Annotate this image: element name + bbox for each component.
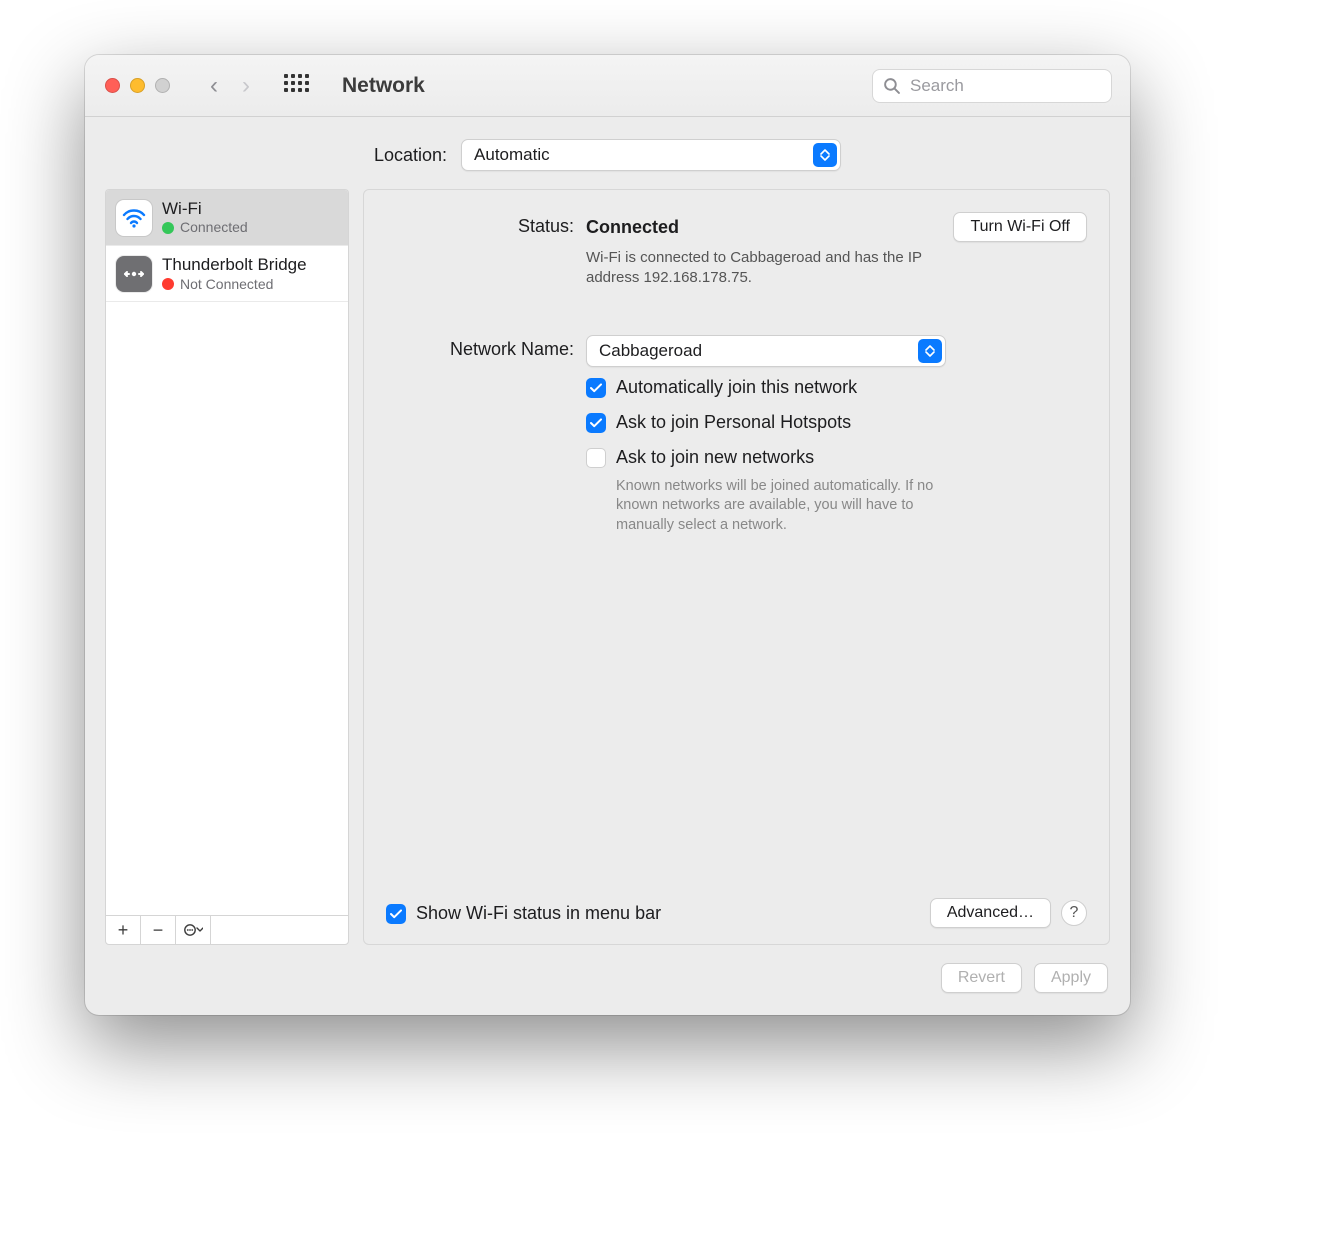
auto-join-label: Automatically join this network bbox=[616, 377, 857, 398]
advanced-button[interactable]: Advanced… bbox=[930, 898, 1051, 928]
status-description: Wi-Fi is connected to Cabbageroad and ha… bbox=[586, 248, 966, 289]
window-controls bbox=[105, 78, 170, 93]
apply-button[interactable]: Apply bbox=[1034, 963, 1108, 993]
add-interface-button[interactable]: + bbox=[106, 916, 141, 944]
window: ‹ › Network Location: Automatic bbox=[85, 55, 1130, 1015]
network-name-popup[interactable]: Cabbageroad bbox=[586, 335, 946, 367]
zoom-window-button[interactable] bbox=[155, 78, 170, 93]
interface-list: Wi-Fi Connected bbox=[105, 189, 349, 915]
location-value: Automatic bbox=[474, 145, 550, 165]
close-window-button[interactable] bbox=[105, 78, 120, 93]
sidebar: Wi-Fi Connected bbox=[105, 189, 349, 945]
sidebar-item-label: Wi-Fi bbox=[162, 199, 248, 219]
sidebar-item-status: Not Connected bbox=[180, 276, 273, 293]
titlebar: ‹ › Network bbox=[85, 55, 1130, 117]
network-name-label: Network Name: bbox=[386, 335, 586, 536]
network-name-value: Cabbageroad bbox=[599, 341, 702, 361]
ask-new-networks-help: Known networks will be joined automatica… bbox=[586, 477, 966, 536]
toggle-wifi-button[interactable]: Turn Wi-Fi Off bbox=[953, 212, 1087, 242]
location-label: Location: bbox=[374, 145, 447, 166]
ask-new-networks-checkbox[interactable] bbox=[586, 448, 606, 468]
show-menubar-checkbox[interactable] bbox=[386, 904, 406, 924]
sidebar-item-wifi[interactable]: Wi-Fi Connected bbox=[106, 190, 348, 246]
back-button[interactable]: ‹ bbox=[210, 74, 218, 98]
window-footer: Revert Apply bbox=[85, 945, 1130, 1015]
interface-list-toolbar: + − bbox=[105, 915, 349, 945]
chevron-updown-icon bbox=[813, 143, 837, 167]
location-popup[interactable]: Automatic bbox=[461, 139, 841, 171]
minimize-window-button[interactable] bbox=[130, 78, 145, 93]
sidebar-item-status: Connected bbox=[180, 219, 248, 236]
revert-button[interactable]: Revert bbox=[941, 963, 1022, 993]
search-field-wrap[interactable] bbox=[872, 69, 1112, 103]
sidebar-item-thunderbolt[interactable]: Thunderbolt Bridge Not Connected bbox=[106, 246, 348, 302]
ellipsis-menu-icon bbox=[183, 923, 203, 937]
status-dot-icon bbox=[162, 278, 174, 290]
location-row: Location: Automatic bbox=[85, 117, 1130, 189]
show-all-prefs-icon[interactable] bbox=[284, 74, 308, 98]
help-button[interactable]: ? bbox=[1061, 900, 1087, 926]
status-row: Status: Connected Turn Wi-Fi Off Wi-Fi i… bbox=[386, 212, 1087, 289]
search-input[interactable] bbox=[908, 75, 1130, 97]
ask-new-networks-label: Ask to join new networks bbox=[616, 447, 814, 468]
ask-hotspots-checkbox[interactable] bbox=[586, 413, 606, 433]
status-label: Status: bbox=[386, 212, 586, 289]
wifi-icon bbox=[116, 200, 152, 236]
status-dot-icon bbox=[162, 222, 174, 234]
detail-panel: Status: Connected Turn Wi-Fi Off Wi-Fi i… bbox=[363, 189, 1110, 945]
search-icon bbox=[883, 77, 900, 94]
thunderbolt-bridge-icon bbox=[116, 256, 152, 292]
remove-interface-button[interactable]: − bbox=[141, 916, 176, 944]
window-title: Network bbox=[342, 74, 425, 98]
body: Wi-Fi Connected bbox=[85, 189, 1130, 945]
network-name-row: Network Name: Cabbageroad bbox=[386, 335, 1087, 536]
chevron-updown-icon bbox=[918, 339, 942, 363]
ask-hotspots-label: Ask to join Personal Hotspots bbox=[616, 412, 851, 433]
detail-footer: Show Wi-Fi status in menu bar Advanced… … bbox=[386, 898, 1087, 928]
interface-menu-button[interactable] bbox=[176, 916, 211, 944]
forward-button[interactable]: › bbox=[242, 74, 250, 98]
sidebar-item-label: Thunderbolt Bridge bbox=[162, 255, 307, 275]
show-menubar-label: Show Wi-Fi status in menu bar bbox=[416, 903, 661, 924]
auto-join-checkbox[interactable] bbox=[586, 378, 606, 398]
status-value: Connected bbox=[586, 217, 679, 238]
nav-buttons: ‹ › bbox=[210, 74, 250, 98]
